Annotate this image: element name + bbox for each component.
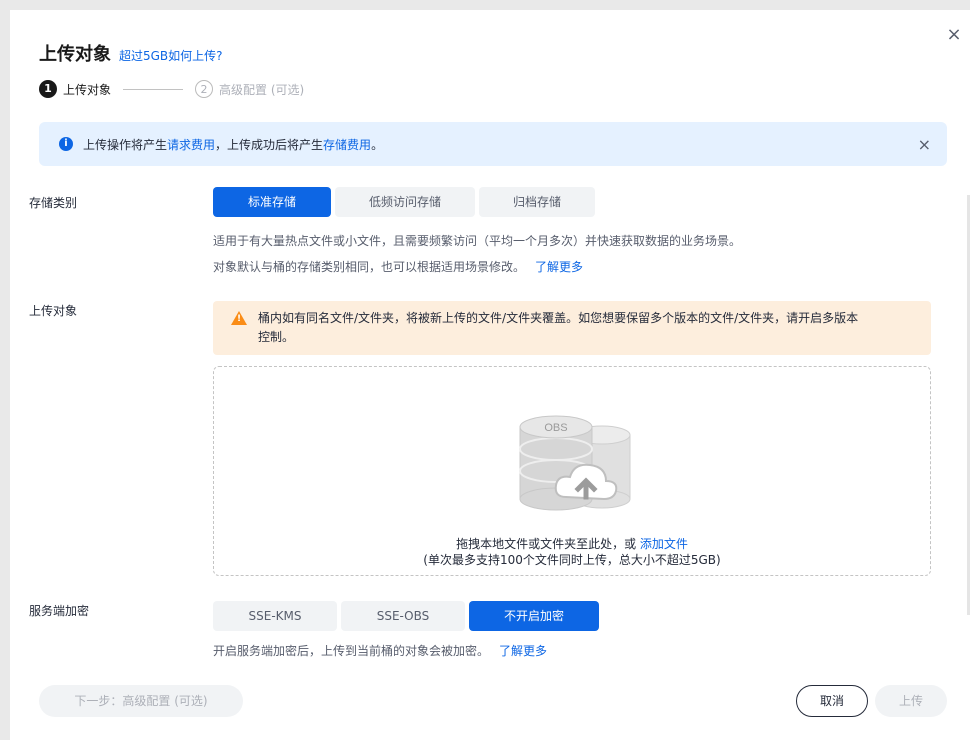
upload-button[interactable]: 上传 [875, 685, 947, 717]
storage-class-note: 对象默认与桶的存储类别相同，也可以根据适用场景修改。 了解更多 [213, 258, 583, 275]
warning-icon: ! [231, 311, 247, 325]
overwrite-warning: ! 桶内如有同名文件/文件夹，将被新上传的文件/文件夹覆盖。如您想要保留多个版本… [213, 301, 931, 355]
warning-line-1: 桶内如有同名文件/文件夹，将被新上传的文件/文件夹覆盖。如您想要保留多个版本的文… [258, 311, 859, 325]
encryption-option-none[interactable]: 不开启加密 [469, 601, 599, 631]
info-text-part: 上传操作将产生 [83, 137, 168, 152]
request-fee-link[interactable]: 请求费用 [167, 138, 215, 152]
obs-illustration-label: OBS [544, 422, 567, 434]
info-text-part: ，上传成功后将产生 [215, 137, 324, 152]
step-1-number: 1 [39, 80, 57, 98]
cancel-button[interactable]: 取消 [796, 685, 868, 717]
storage-note-text: 对象默认与桶的存储类别相同，也可以根据适用场景修改。 [213, 260, 526, 274]
add-file-link[interactable]: 添加文件 [640, 537, 688, 551]
info-close-icon[interactable]: × [918, 135, 931, 154]
large-upload-help-link[interactable]: 超过5GB如何上传? [119, 47, 223, 64]
step-connector [123, 88, 184, 90]
step-2-number: 2 [195, 80, 214, 98]
overwrite-warning-text: 桶内如有同名文件/文件夹，将被新上传的文件/文件夹覆盖。如您想要保留多个版本的文… [258, 309, 918, 347]
dialog-header: 上传对象 超过5GB如何上传? [39, 40, 223, 66]
obs-upload-illustration-icon: OBS [519, 415, 631, 511]
storage-learn-more-link[interactable]: 了解更多 [535, 260, 583, 274]
upload-dialog: × 上传对象 超过5GB如何上传? 1 上传对象 2 高级配置 (可选) i 上… [10, 10, 970, 740]
drop-instruction: 拖拽本地文件或文件夹至此处，或 添加文件 [214, 535, 930, 552]
storage-class-label: 存储类别 [29, 196, 78, 210]
encryption-selector: SSE-KMS SSE-OBS 不开启加密 [213, 601, 599, 631]
file-drop-zone[interactable]: OBS 拖拽本地文件或文件夹至此处，或 添加文件 (单次最多支持100个文件同时… [213, 366, 931, 576]
stepper: 1 上传对象 2 高级配置 (可选) [39, 80, 304, 98]
encryption-option-sse-obs[interactable]: SSE-OBS [341, 601, 465, 631]
drop-instruction-text: 拖拽本地文件或文件夹至此处，或 [456, 537, 637, 551]
storage-option-standard[interactable]: 标准存储 [213, 187, 331, 217]
step-2-label: 高级配置 (可选) [219, 82, 305, 97]
dialog-title: 上传对象 [39, 44, 111, 65]
info-alert-text: 上传操作将产生请求费用，上传成功后将产生存储费用。 [83, 136, 383, 153]
storage-class-selector: 标准存储 低频访问存储 归档存储 [213, 187, 595, 217]
warning-line-2: 控制。 [258, 330, 295, 344]
step-1-label: 上传对象 [63, 82, 112, 97]
storage-fee-link[interactable]: 存储费用 [323, 138, 371, 152]
encryption-desc-text: 开启服务端加密后，上传到当前桶的对象会被加密。 [213, 644, 490, 658]
encryption-learn-more-link[interactable]: 了解更多 [499, 644, 547, 658]
info-icon: i [59, 137, 73, 151]
storage-option-infrequent[interactable]: 低频访问存储 [335, 187, 475, 217]
info-alert: i 上传操作将产生请求费用，上传成功后将产生存储费用。 × [39, 122, 947, 166]
storage-class-description: 适用于有大量热点文件或小文件，且需要频繁访问（平均一个月多次）并快速获取数据的业… [213, 234, 742, 248]
storage-option-archive[interactable]: 归档存储 [479, 187, 595, 217]
encryption-label: 服务端加密 [29, 604, 90, 618]
encryption-description: 开启服务端加密后，上传到当前桶的对象会被加密。 了解更多 [213, 642, 547, 659]
upload-objects-label: 上传对象 [29, 304, 78, 318]
next-step-button[interactable]: 下一步：高级配置 (可选) [39, 685, 243, 717]
upload-limit-hint: (单次最多支持100个文件同时上传，总大小不超过5GB) [423, 553, 721, 567]
info-text-part: 。 [371, 137, 384, 152]
encryption-option-sse-kms[interactable]: SSE-KMS [213, 601, 337, 631]
dialog-close-icon[interactable]: × [945, 26, 963, 44]
